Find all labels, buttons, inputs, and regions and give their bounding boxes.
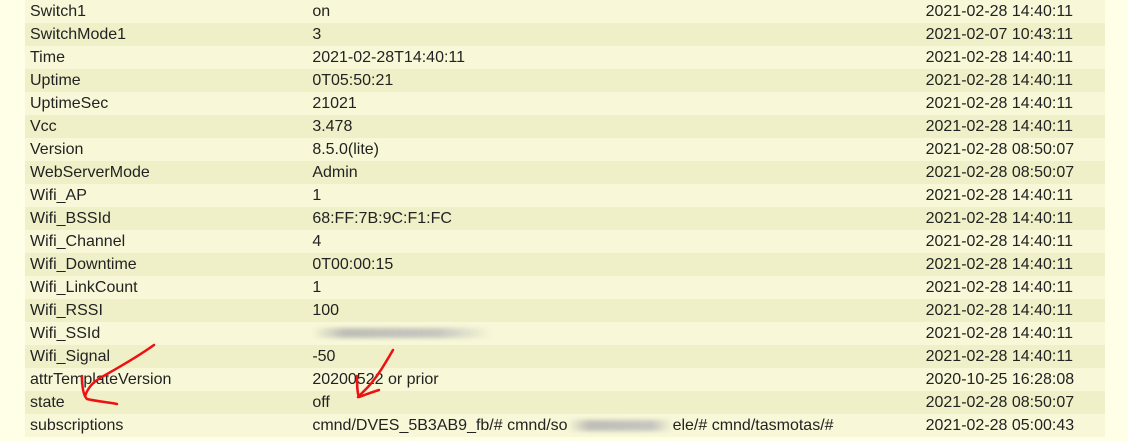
reading-timestamp: 2021-02-07 10:43:11 [920, 23, 1105, 46]
reading-value: -50 [307, 345, 921, 368]
reading-name: UptimeSec [25, 92, 308, 115]
reading-name: SwitchMode1 [25, 23, 308, 46]
reading-timestamp: 2021-02-28 14:40:11 [920, 322, 1105, 345]
reading-timestamp: 2021-02-28 14:40:11 [920, 299, 1105, 322]
reading-name: Wifi_BSSId [25, 207, 308, 230]
reading-name: Vcc [25, 115, 308, 138]
table-row: Time 2021-02-28T14:40:11 2021-02-28 14:4… [25, 46, 1105, 69]
reading-timestamp: 2021-02-28 14:40:11 [920, 184, 1105, 207]
reading-name: Wifi_RSSI [25, 299, 308, 322]
reading-value: 1 [307, 276, 921, 299]
table-row: Version 8.5.0(lite) 2021-02-28 08:50:07 [25, 138, 1105, 161]
reading-value: 0T00:00:15 [307, 253, 921, 276]
reading-value: 0T05:50:21 [307, 69, 921, 92]
reading-timestamp: 2021-02-28 14:40:11 [920, 207, 1105, 230]
subscriptions-part-b: ele/# cmnd/tasmotas/# [672, 417, 834, 434]
reading-name: attrTemplateVersion [25, 368, 308, 391]
reading-name: WebServerMode [25, 161, 308, 184]
reading-name: Time [25, 46, 308, 69]
redaction-blur [567, 420, 673, 432]
reading-value: 3 [307, 23, 921, 46]
table-row: WebServerMode Admin 2021-02-28 08:50:07 [25, 161, 1105, 184]
reading-timestamp: 2021-02-28 08:50:07 [920, 391, 1105, 414]
reading-name: Wifi_Downtime [25, 253, 308, 276]
table-row: Uptime 0T05:50:21 2021-02-28 14:40:11 [25, 69, 1105, 92]
reading-value: 3.478 [307, 115, 921, 138]
readings-panel: Switch1 on 2021-02-28 14:40:11 SwitchMod… [0, 0, 1128, 441]
subscriptions-part-a: cmnd/DVES_5B3AB9_fb/# cmnd/so [312, 417, 568, 434]
table-row: Vcc 3.478 2021-02-28 14:40:11 [25, 115, 1105, 138]
reading-value: 1 [307, 184, 921, 207]
reading-timestamp: 2021-02-28 05:00:43 [920, 414, 1105, 437]
reading-timestamp: 2021-02-28 14:40:11 [920, 253, 1105, 276]
reading-value-redacted [307, 322, 921, 345]
reading-timestamp: 2021-02-28 08:50:07 [920, 138, 1105, 161]
reading-timestamp: 2021-02-28 14:40:11 [920, 69, 1105, 92]
table-row: Wifi_RSSI 100 2021-02-28 14:40:11 [25, 299, 1105, 322]
reading-name: Wifi_Signal [25, 345, 308, 368]
reading-name: Version [25, 138, 308, 161]
reading-value: 2021-02-28T14:40:11 [307, 46, 921, 69]
reading-timestamp: 2021-02-28 14:40:11 [920, 345, 1105, 368]
reading-value: 68:FF:7B:9C:F1:FC [307, 207, 921, 230]
table-row: attrTemplateVersion 20200522 or prior 20… [25, 368, 1105, 391]
table-row: Wifi_Channel 4 2021-02-28 14:40:11 [25, 230, 1105, 253]
reading-value: on [307, 0, 921, 23]
reading-value: off [307, 391, 921, 414]
reading-timestamp: 2021-02-28 14:40:11 [920, 115, 1105, 138]
reading-name: Wifi_Channel [25, 230, 308, 253]
reading-timestamp: 2021-02-28 14:40:11 [920, 0, 1105, 23]
reading-timestamp: 2021-02-28 14:40:11 [920, 46, 1105, 69]
table-row: Wifi_LinkCount 1 2021-02-28 14:40:11 [25, 276, 1105, 299]
reading-name: Wifi_AP [25, 184, 308, 207]
reading-value: cmnd/DVES_5B3AB9_fb/# cmnd/so ele/# cmnd/… [307, 414, 921, 437]
reading-value: 21021 [307, 92, 921, 115]
reading-value: 100 [307, 299, 921, 322]
table-row: Wifi_Downtime 0T00:00:15 2021-02-28 14:4… [25, 253, 1105, 276]
table-row: SwitchMode1 3 2021-02-07 10:43:11 [25, 23, 1105, 46]
reading-name: subscriptions [25, 414, 308, 437]
reading-value: 20200522 or prior [307, 368, 921, 391]
table-row: Wifi_AP 1 2021-02-28 14:40:11 [25, 184, 1105, 207]
readings-table: Switch1 on 2021-02-28 14:40:11 SwitchMod… [25, 0, 1105, 437]
reading-value: 4 [307, 230, 921, 253]
reading-name: Uptime [25, 69, 308, 92]
reading-name: Wifi_LinkCount [25, 276, 308, 299]
redaction-blur [312, 328, 493, 338]
reading-name: Switch1 [25, 0, 308, 23]
table-row: state off 2021-02-28 08:50:07 [25, 391, 1105, 414]
reading-name: state [25, 391, 308, 414]
reading-timestamp: 2021-02-28 14:40:11 [920, 92, 1105, 115]
reading-value: Admin [307, 161, 921, 184]
table-row: Switch1 on 2021-02-28 14:40:11 [25, 0, 1105, 23]
reading-timestamp: 2021-02-28 14:40:11 [920, 230, 1105, 253]
table-row: Wifi_BSSId 68:FF:7B:9C:F1:FC 2021-02-28 … [25, 207, 1105, 230]
table-row: Wifi_SSId 2021-02-28 14:40:11 [25, 322, 1105, 345]
table-row: subscriptions cmnd/DVES_5B3AB9_fb/# cmnd… [25, 414, 1105, 437]
reading-name: Wifi_SSId [25, 322, 308, 345]
table-row: UptimeSec 21021 2021-02-28 14:40:11 [25, 92, 1105, 115]
table-row: Wifi_Signal -50 2021-02-28 14:40:11 [25, 345, 1105, 368]
reading-timestamp: 2021-02-28 14:40:11 [920, 276, 1105, 299]
reading-value: 8.5.0(lite) [307, 138, 921, 161]
reading-timestamp: 2020-10-25 16:28:08 [920, 368, 1105, 391]
reading-timestamp: 2021-02-28 08:50:07 [920, 161, 1105, 184]
